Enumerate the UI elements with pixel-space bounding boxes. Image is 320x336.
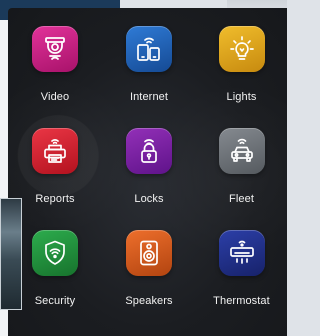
tile-label: Video	[40, 91, 70, 103]
tile-label: Security	[34, 295, 76, 307]
car-wifi-icon	[218, 128, 265, 174]
tile-label: Internet	[129, 91, 169, 103]
air-conditioner-icon	[218, 230, 265, 276]
tile-security[interactable]: Security	[8, 230, 102, 332]
tile-speakers[interactable]: Speakers	[102, 230, 196, 332]
tile-reports[interactable]: Reports	[8, 128, 102, 230]
app-grid: Video Internet Lights Reports Locks Flee…	[8, 26, 287, 332]
tile-label: Reports	[35, 193, 75, 205]
devices-wifi-icon	[126, 26, 172, 72]
tile-lights[interactable]: Lights	[196, 26, 287, 128]
background-photo-strip	[0, 198, 22, 310]
smart-home-panel: Video Internet Lights Reports Locks Flee…	[8, 8, 287, 336]
tile-label: Fleet	[229, 193, 254, 205]
tile-thermostat[interactable]: Thermostat	[196, 230, 287, 332]
tile-video[interactable]: Video	[8, 26, 102, 128]
tile-label: Speakers	[125, 295, 173, 307]
tile-internet[interactable]: Internet	[102, 26, 196, 128]
tile-label: Thermostat	[213, 295, 270, 307]
tile-locks[interactable]: Locks	[102, 128, 196, 230]
camera-icon	[32, 26, 78, 72]
printer-icon	[32, 128, 78, 174]
tile-label: Locks	[134, 193, 164, 205]
shield-wifi-icon	[32, 230, 78, 276]
tile-label: Lights	[226, 91, 257, 103]
padlock-icon	[126, 128, 172, 174]
lightbulb-icon	[218, 26, 265, 72]
tile-fleet[interactable]: Fleet	[196, 128, 287, 230]
speaker-icon	[126, 230, 172, 276]
